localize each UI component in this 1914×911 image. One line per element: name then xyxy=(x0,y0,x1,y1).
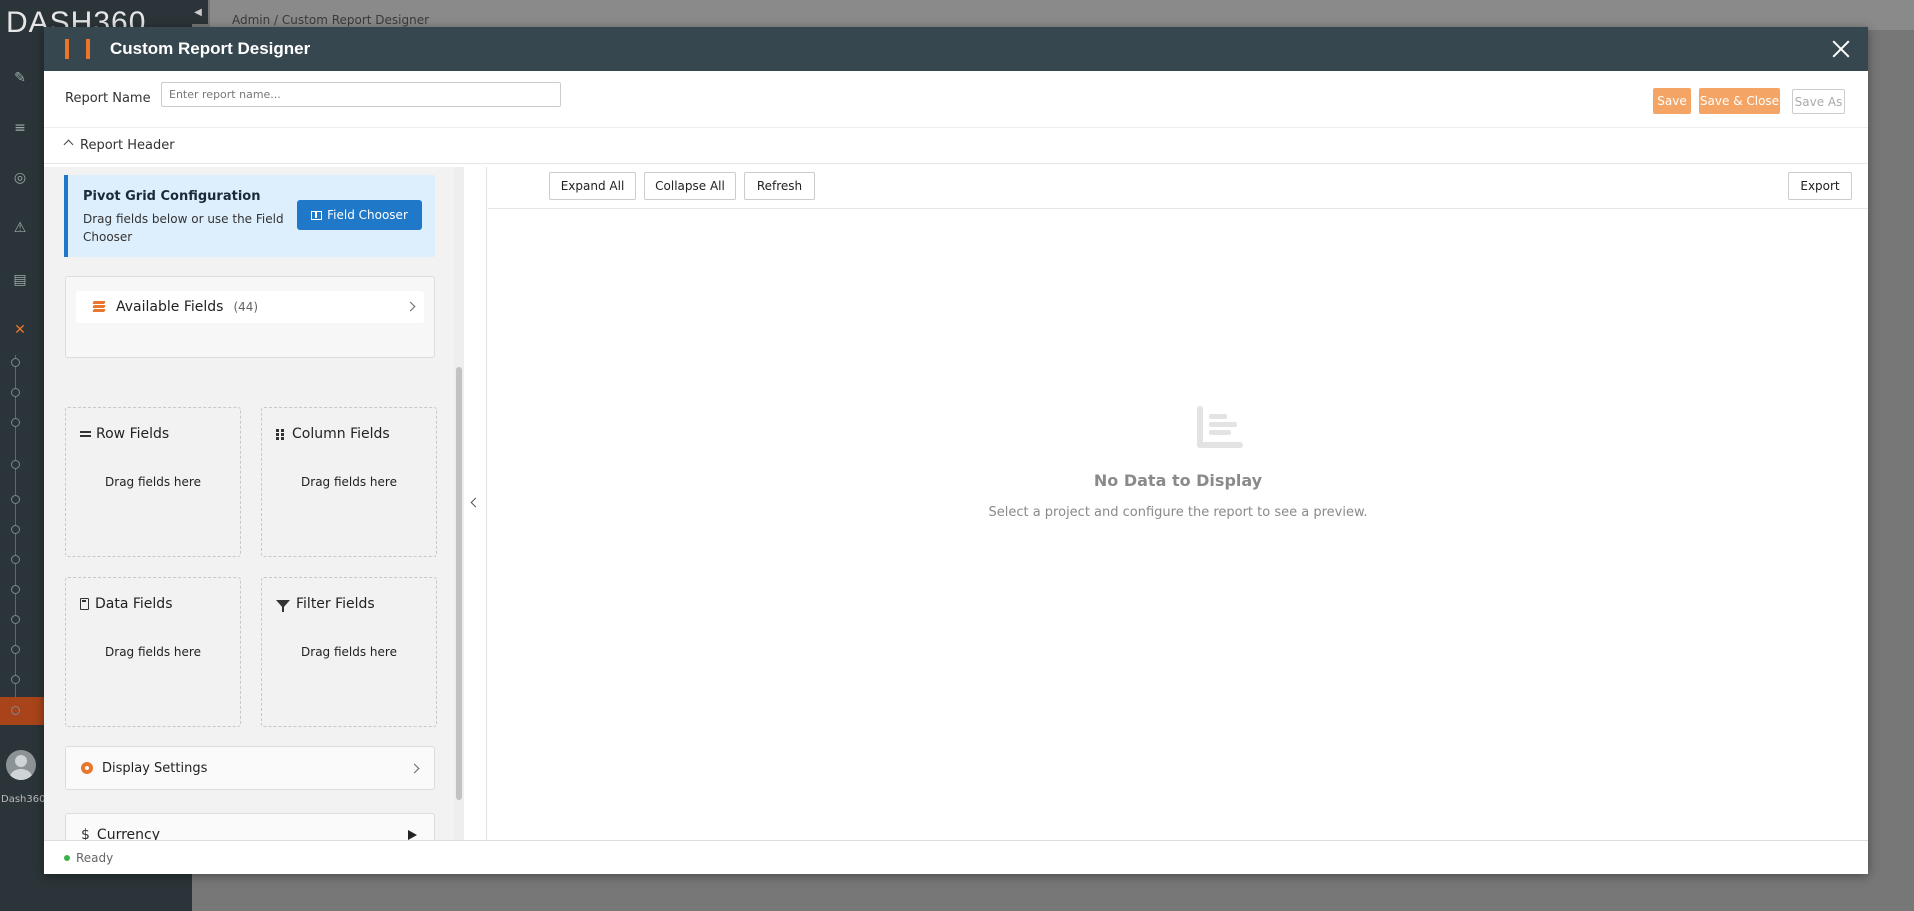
target-icon[interactable]: ◎ xyxy=(10,168,30,188)
collapse-all-button[interactable]: Collapse All xyxy=(644,172,736,200)
close-icon[interactable] xyxy=(1830,38,1852,60)
rows-icon xyxy=(80,429,91,439)
modal-header: Custom Report Designer xyxy=(44,27,1868,71)
refresh-button[interactable]: Refresh xyxy=(744,172,815,200)
field-chooser-icon xyxy=(311,210,323,220)
report-name-row: Report Name xyxy=(44,71,1868,128)
tree-node[interactable] xyxy=(11,525,20,534)
sidebar-collapse-toggle[interactable]: ◀ xyxy=(188,0,208,24)
status-indicator xyxy=(64,854,70,861)
save-close-button[interactable]: Save & Close xyxy=(1699,88,1780,114)
config-scrollbar-thumb[interactable] xyxy=(456,367,462,800)
play-icon xyxy=(408,830,417,840)
available-fields-label: Available Fields xyxy=(116,299,224,315)
chevron-right-icon xyxy=(409,763,420,774)
report-designer-modal: Custom Report Designer Report Name Save … xyxy=(44,27,1868,874)
tools-icon[interactable]: ✕ xyxy=(10,320,30,340)
user-name: Dash360 xyxy=(1,794,46,805)
row-fields-hint: Drag fields here xyxy=(105,475,201,489)
filter-icon xyxy=(276,600,290,612)
chart-empty-icon xyxy=(1197,406,1243,448)
column-fields-dropzone[interactable]: Column Fields Drag fields here xyxy=(261,407,437,557)
status-bar: Ready xyxy=(44,840,1868,874)
save-button[interactable]: Save xyxy=(1653,88,1691,114)
layers-icon xyxy=(92,301,106,313)
save-as-button[interactable]: Save As xyxy=(1792,89,1845,114)
tree-node[interactable] xyxy=(11,615,20,624)
tree-node[interactable] xyxy=(11,706,20,715)
tree-node[interactable] xyxy=(11,358,20,367)
tree-node[interactable] xyxy=(11,675,20,684)
available-fields-toggle[interactable]: Available Fields (44) xyxy=(76,291,424,323)
currency-toggle[interactable]: $ Currency xyxy=(65,813,435,840)
warning-icon[interactable]: ⚠ xyxy=(10,218,30,238)
column-fields-title: Column Fields xyxy=(292,426,390,442)
field-chooser-button[interactable]: Field Chooser xyxy=(297,200,422,230)
data-fields-hint: Drag fields here xyxy=(105,645,201,659)
columns-icon xyxy=(276,429,286,440)
config-title: Pivot Grid Configuration xyxy=(83,189,261,204)
breadcrumb: Admin / Custom Report Designer xyxy=(232,13,430,27)
tree-node[interactable] xyxy=(11,555,20,564)
panel-collapse-splitter[interactable] xyxy=(464,167,487,840)
config-panel: Pivot Grid Configuration Drag fields bel… xyxy=(44,167,464,840)
header-accent-bar xyxy=(65,39,69,59)
field-chooser-label: Field Chooser xyxy=(327,208,408,222)
header-accent-bar xyxy=(86,39,90,59)
empty-state-subtitle: Select a project and configure the repor… xyxy=(988,505,1368,520)
edit-icon[interactable]: ✎ xyxy=(10,68,30,88)
display-settings-label: Display Settings xyxy=(102,760,208,776)
app-topbar xyxy=(210,0,1914,30)
report-name-input[interactable] xyxy=(161,82,561,107)
export-button[interactable]: Export xyxy=(1788,172,1852,200)
expand-all-button[interactable]: Expand All xyxy=(549,172,636,200)
pivot-config-info: Pivot Grid Configuration Drag fields bel… xyxy=(64,175,435,257)
data-fields-title: Data Fields xyxy=(95,596,173,612)
preview-toolbar: Expand All Collapse All Refresh Export xyxy=(488,167,1868,209)
clipboard-icon[interactable]: ▤ xyxy=(10,270,30,290)
tree-node[interactable] xyxy=(11,645,20,654)
data-fields-dropzone[interactable]: Data Fields Drag fields here xyxy=(65,577,241,727)
modal-title: Custom Report Designer xyxy=(110,39,311,58)
tree-node[interactable] xyxy=(11,418,20,427)
tree-node[interactable] xyxy=(11,388,20,397)
empty-state-title: No Data to Display xyxy=(1093,471,1263,490)
filter-fields-hint: Drag fields here xyxy=(301,645,397,659)
report-header-label: Report Header xyxy=(80,138,175,153)
report-name-label: Report Name xyxy=(65,91,151,106)
filter-fields-title: Filter Fields xyxy=(296,596,375,612)
report-header-toggle[interactable]: Report Header xyxy=(44,128,1868,164)
status-text: Ready xyxy=(76,850,114,865)
available-fields-panel: Available Fields (44) xyxy=(65,276,435,358)
report-preview: No Data to Display Select a project and … xyxy=(488,210,1868,840)
tree-node[interactable] xyxy=(11,460,20,469)
gear-icon xyxy=(81,762,93,774)
chevron-up-icon xyxy=(63,139,74,150)
calculator-icon xyxy=(80,598,89,610)
list-icon[interactable]: ≡ xyxy=(10,118,30,138)
avatar[interactable] xyxy=(6,750,36,780)
config-description: Drag fields below or use the Field Choos… xyxy=(83,212,284,244)
column-fields-hint: Drag fields here xyxy=(301,475,397,489)
tree-node[interactable] xyxy=(11,585,20,594)
available-fields-count: (44) xyxy=(233,300,259,314)
dollar-icon: $ xyxy=(81,827,90,840)
display-settings-toggle[interactable]: Display Settings xyxy=(65,746,435,790)
filter-fields-dropzone[interactable]: Filter Fields Drag fields here xyxy=(261,577,437,727)
tree-node[interactable] xyxy=(11,495,20,504)
currency-label: Currency xyxy=(96,827,160,840)
chevron-left-icon xyxy=(470,497,481,508)
chevron-right-icon xyxy=(405,301,416,312)
row-fields-dropzone[interactable]: Row Fields Drag fields here xyxy=(65,407,241,557)
row-fields-title: Row Fields xyxy=(96,426,170,442)
